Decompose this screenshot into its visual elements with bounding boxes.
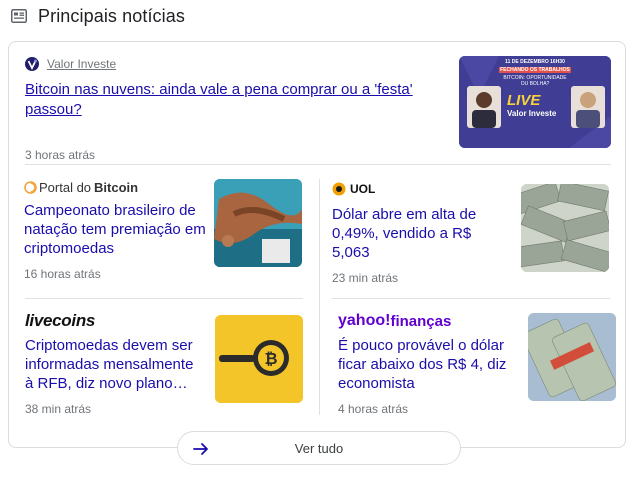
story-time: 4 horas atrás	[338, 402, 409, 416]
thumb-subtitle: BITCOIN: OPORTUNIDADE OU BOLHA?	[503, 75, 567, 87]
story-thumbnail: ₿	[215, 315, 303, 403]
thumb-live: LIVE	[507, 92, 541, 109]
newspaper-icon	[10, 7, 28, 25]
divider	[25, 298, 303, 299]
story-headline[interactable]: Criptomoedas devem ser informadas mensal…	[25, 336, 205, 393]
story-livecoins[interactable]: livecoins Criptomoedas devem ser informa…	[25, 311, 305, 416]
story-time: 16 horas atrás	[24, 267, 101, 281]
story-portal-do-bitcoin[interactable]: Portal do Bitcoin Campeonato brasileiro …	[24, 179, 304, 283]
story-time: 23 min atrás	[332, 271, 399, 285]
source-name-part-2: finanças	[390, 312, 452, 330]
story-uol[interactable]: UOL Dólar abre em alta de 0,49%, vendido…	[332, 181, 612, 285]
thumb-date: 11 DE DEZEMBRO 16H30	[505, 59, 565, 65]
top-story-thumbnail[interactable]: 11 DE DEZEMBRO 16H30 FECHANDO OS TRABALH…	[459, 56, 611, 148]
source-name: UOL	[350, 182, 376, 196]
thumb-banner: FECHANDO OS TRABALHOS	[499, 67, 571, 73]
story-thumbnail	[528, 313, 616, 401]
top-story-time: 3 horas atrás	[25, 148, 96, 162]
divider	[25, 164, 611, 165]
thumb-brand: Valor Investe	[507, 109, 557, 118]
story-thumbnail	[214, 179, 302, 267]
news-card: Valor Investe Bitcoin nas nuvens: ainda …	[8, 41, 626, 465]
view-all-label: Ver tudo	[294, 441, 344, 456]
valor-investe-logo-icon	[25, 57, 39, 71]
column-divider	[319, 179, 320, 415]
svg-text:₿: ₿	[264, 349, 277, 368]
story-yahoo-financas[interactable]: yahoo! finanças É pouco provável o dólar…	[338, 312, 618, 416]
source-name-part-1: Portal do	[39, 179, 92, 195]
source-name-part-2: Bitcoin	[94, 179, 139, 195]
source-name-part-1: yahoo!	[338, 312, 391, 329]
story-headline[interactable]: Campeonato brasileiro de natação tem pre…	[24, 201, 206, 258]
story-time: 38 min atrás	[25, 402, 92, 416]
source-name: livecoins	[25, 311, 96, 330]
view-all-button[interactable]: Ver tudo	[177, 431, 461, 465]
uol-logo-icon	[332, 182, 346, 196]
section-header: Principais notícias	[10, 4, 185, 28]
divider	[332, 298, 610, 299]
section-title: Principais notícias	[38, 5, 185, 26]
story-headline[interactable]: É pouco provável o dólar ficar abaixo do…	[338, 336, 514, 393]
story-thumbnail	[521, 184, 609, 272]
portal-do-bitcoin-logo-icon	[24, 180, 37, 194]
story-headline[interactable]: Dólar abre em alta de 0,49%, vendido a R…	[332, 205, 502, 262]
top-story-headline[interactable]: Bitcoin nas nuvens: ainda vale a pena co…	[25, 80, 435, 120]
top-story[interactable]: Valor Investe Bitcoin nas nuvens: ainda …	[25, 56, 611, 164]
source-name[interactable]: Valor Investe	[47, 57, 116, 71]
